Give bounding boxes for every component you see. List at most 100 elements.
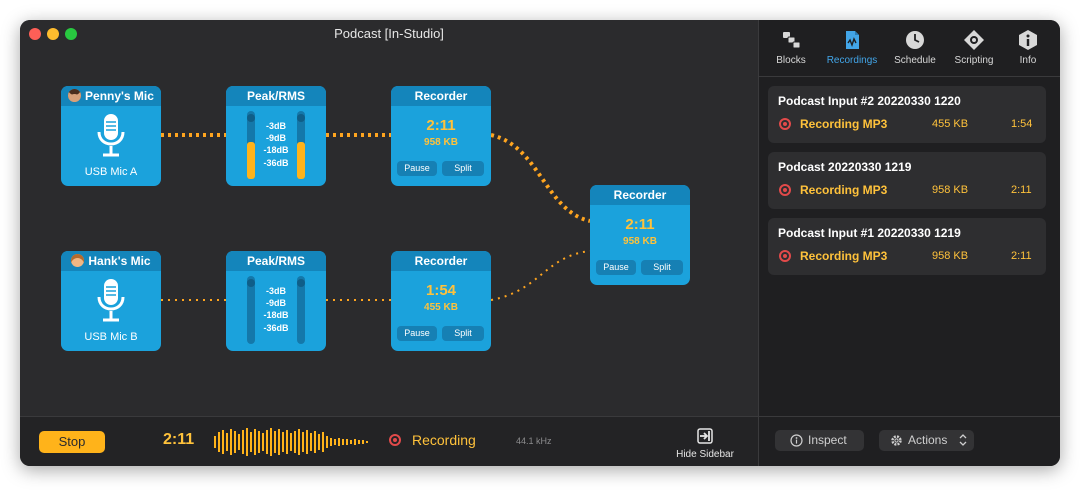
mic-block-hank[interactable]: Hank's Mic USB Mic B: [61, 251, 161, 351]
meter-knob-right: [297, 279, 305, 287]
tab-label: Schedule: [894, 55, 936, 66]
microphone-icon: [97, 114, 125, 157]
recorder-block-a[interactable]: Recorder 2:11 958 KB Pause Split: [391, 86, 491, 186]
scripting-icon: [964, 30, 984, 50]
sidebar: Blocks Recordings Schedule Scripting Inf…: [758, 20, 1060, 466]
recording-size: 958 KB: [932, 184, 969, 196]
meter-fill-right: [297, 142, 305, 179]
recording-format: Recording MP3: [800, 249, 888, 263]
window-title: Podcast [In-Studio]: [334, 26, 444, 41]
tab-label: Blocks: [776, 55, 806, 66]
hide-sidebar-icon[interactable]: [697, 428, 713, 444]
clock-icon: [906, 31, 924, 49]
recording-size: 958 KB: [932, 250, 969, 262]
block-title: Recorder: [391, 86, 491, 106]
gear-icon: [891, 435, 902, 446]
pause-button[interactable]: Pause: [397, 161, 437, 176]
db-label: -3dB: [266, 286, 286, 296]
recording-title: Podcast 20220330 1219: [778, 160, 912, 174]
info-circle-icon: [790, 434, 803, 447]
mic-device-label: USB Mic B: [84, 331, 138, 343]
meter-fill-left: [247, 142, 255, 179]
recording-time: 2:11: [426, 117, 456, 134]
block-title: Peak/RMS: [226, 251, 326, 271]
recording-size: 958 KB: [424, 137, 458, 148]
db-label: -18dB: [263, 145, 289, 155]
inspect-button[interactable]: Inspect: [775, 430, 864, 451]
db-label: -36dB: [263, 158, 289, 168]
wire-recorder-b-to-mix: [490, 250, 591, 301]
sidebar-footer: Inspect Actions: [759, 416, 1060, 466]
inspect-label: Inspect: [808, 433, 847, 447]
block-title: Recorder: [391, 251, 491, 271]
block-canvas: Penny's Mic USB Mic A Peak/RMS -3dB -9dB…: [20, 46, 758, 418]
recording-size: 455 KB: [424, 302, 458, 313]
elapsed-time: 2:11: [163, 431, 195, 448]
recorder-block-b[interactable]: Recorder 1:54 455 KB Pause Split: [391, 251, 491, 351]
tab-label: Scripting: [954, 55, 994, 66]
tab-schedule[interactable]: Schedule: [890, 29, 940, 66]
info-icon: [1019, 30, 1037, 50]
tab-scripting[interactable]: Scripting: [949, 29, 999, 66]
hank-avatar-icon: [71, 254, 85, 267]
recordings-icon: [846, 31, 859, 49]
stop-button[interactable]: Stop: [39, 431, 105, 453]
recording-format: Recording MP3: [800, 117, 888, 131]
microphone-icon: [97, 279, 125, 322]
db-label: -18dB: [263, 310, 289, 320]
actions-button[interactable]: Actions: [879, 430, 974, 451]
split-button[interactable]: Split: [641, 260, 683, 275]
record-indicator-icon: [779, 250, 791, 262]
db-label: -9dB: [266, 133, 286, 143]
peak-rms-block-b[interactable]: Peak/RMS -3dB -9dB -18dB -36dB: [226, 251, 326, 351]
tab-info[interactable]: Info: [1013, 29, 1043, 66]
pause-button[interactable]: Pause: [397, 326, 437, 341]
meter-knob-left: [247, 114, 255, 122]
hide-sidebar-button[interactable]: Hide Sidebar: [666, 449, 744, 460]
block-title: Hank's Mic: [88, 254, 151, 268]
recording-time: 2:11: [625, 216, 655, 233]
recording-status: Recording: [412, 432, 476, 448]
peak-rms-block-a[interactable]: Peak/RMS -3dB -9dB -18dB -36dB: [226, 86, 326, 186]
record-indicator-icon: [779, 118, 791, 130]
meter-knob-left: [247, 279, 255, 287]
recording-time: 1:54: [425, 282, 457, 299]
chevron-up-down-icon: [959, 434, 967, 446]
tab-blocks[interactable]: Blocks: [771, 29, 811, 66]
mic-device-label: USB Mic A: [84, 166, 138, 178]
recording-size: 958 KB: [623, 236, 657, 247]
recording-format: Recording MP3: [800, 183, 888, 197]
block-header: Penny's Mic: [61, 86, 161, 106]
actions-label: Actions: [908, 433, 948, 447]
recorder-block-mix[interactable]: Recorder 2:11 958 KB Pause Split: [590, 185, 690, 285]
title-bar: Podcast [In-Studio]: [20, 20, 758, 46]
recording-duration: 2:11: [1011, 184, 1032, 196]
wire-recorder-a-to-mix: [490, 133, 591, 223]
recording-title: Podcast Input #1 20220330 1219: [778, 226, 961, 240]
split-button[interactable]: Split: [442, 326, 484, 341]
tab-label: Recordings: [826, 55, 878, 66]
tab-label: Info: [1019, 55, 1037, 66]
blocks-icon: [783, 32, 801, 49]
recording-item[interactable]: Podcast Input #1 20220330 1219 Recording…: [768, 218, 1046, 275]
recording-item[interactable]: Podcast Input #2 20220330 1220 Recording…: [768, 86, 1046, 143]
waveform-display: [214, 428, 368, 456]
split-button[interactable]: Split: [442, 161, 484, 176]
record-indicator-icon: [779, 184, 791, 196]
block-header: Hank's Mic: [61, 251, 161, 271]
transport-bar: Stop 2:11 Recording 44.1 kHz Hide Sideba…: [20, 416, 758, 466]
recording-item[interactable]: Podcast 20220330 1219 Recording MP3 958 …: [768, 152, 1046, 209]
block-title: Peak/RMS: [226, 86, 326, 106]
mic-block-penny[interactable]: Penny's Mic USB Mic A: [61, 86, 161, 186]
tab-recordings[interactable]: Recordings: [821, 29, 883, 66]
penny-avatar-icon: [68, 89, 82, 102]
recording-title: Podcast Input #2 20220330 1220: [778, 94, 961, 108]
recording-duration: 2:11: [1011, 250, 1032, 262]
db-label: -9dB: [266, 298, 286, 308]
db-label: -36dB: [263, 323, 289, 333]
recording-size: 455 KB: [932, 118, 969, 130]
meter-knob-right: [297, 114, 305, 122]
sample-rate: 44.1 kHz: [516, 436, 552, 446]
pause-button[interactable]: Pause: [596, 260, 636, 275]
recording-duration: 1:54: [1011, 118, 1033, 130]
